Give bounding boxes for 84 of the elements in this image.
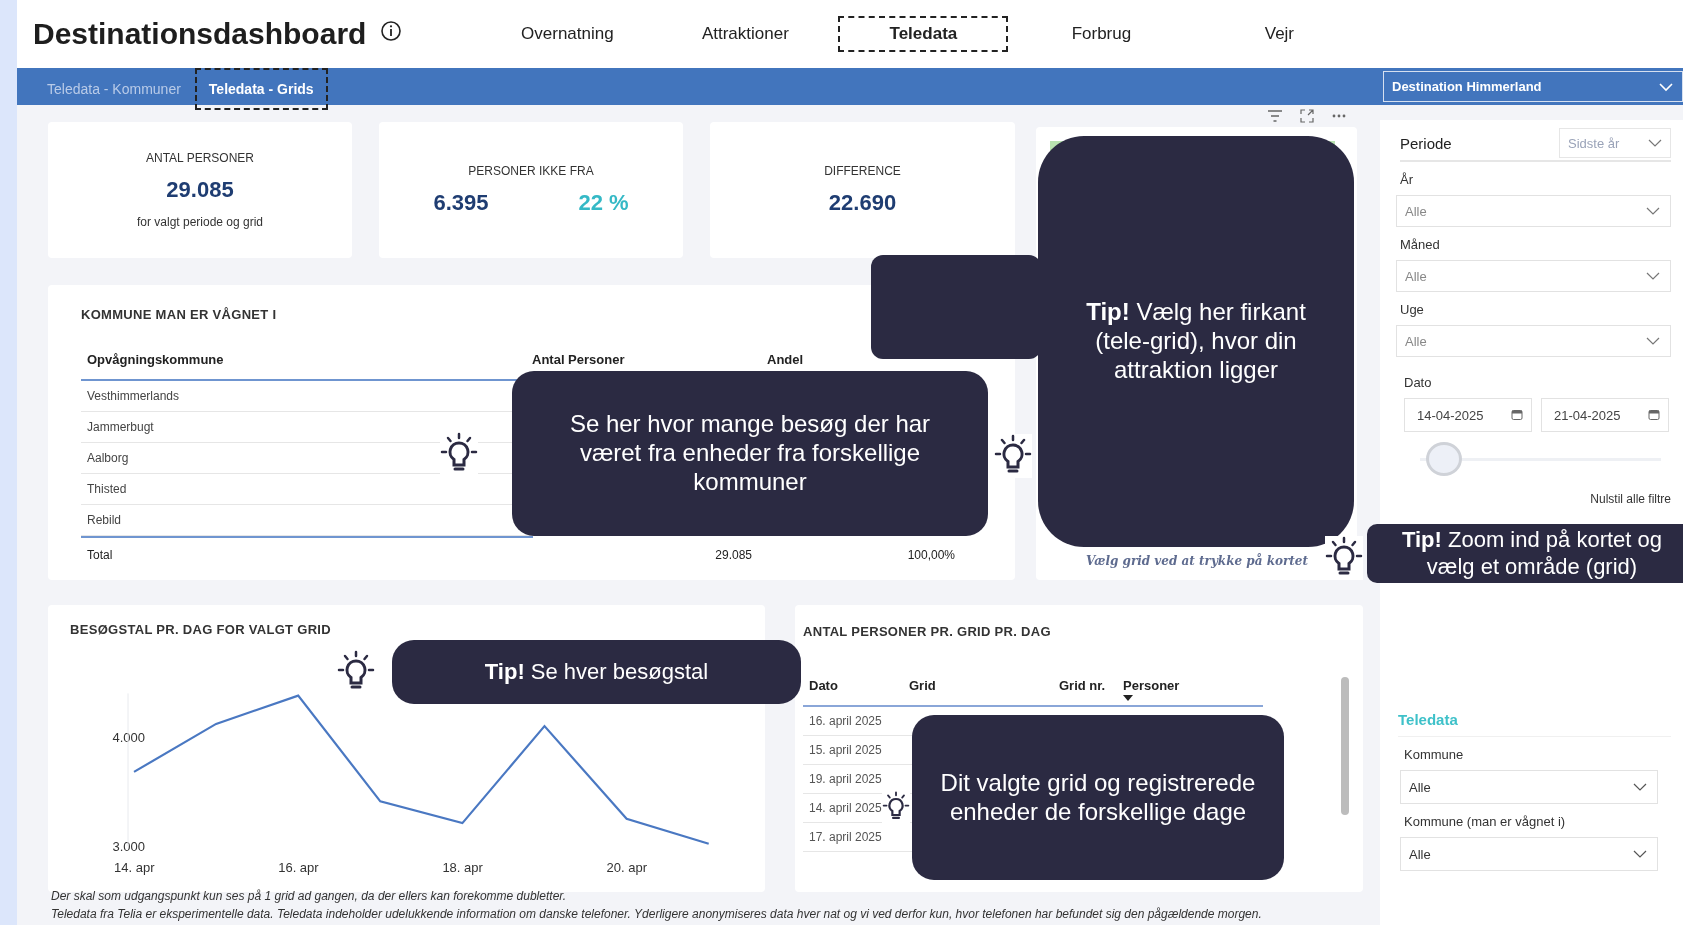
filter-label: År (1400, 172, 1414, 187)
kpi-value: 6.395 (433, 190, 489, 216)
column-header[interactable]: Opvågningskommune (87, 352, 224, 367)
table-cell: 16. april 2025 (809, 714, 882, 728)
footnote: Teledata fra Telia er eksperimentelle data. Teledata indeholder udelukkende information om danske telefoner. Yderligere anonymiseres data hver nat og vi ved derfor kun, hvor telefonen har befundet sig den pågældende morgen. (51, 907, 1262, 921)
column-header[interactable]: Personer (1123, 678, 1180, 693)
y-tick-label: 3.000 (112, 839, 145, 854)
table-cell: Aalborg (87, 451, 129, 465)
table-cell: Rebild (87, 513, 122, 527)
info-icon[interactable] (380, 20, 403, 42)
filter-label: Uge (1400, 302, 1425, 317)
nav-tab[interactable]: Attraktioner (660, 16, 831, 52)
calendar-icon (1648, 409, 1660, 421)
column-header[interactable]: Grid nr. (1059, 678, 1106, 693)
nav-tab[interactable]: Teledata (838, 16, 1009, 52)
chevron-icon (1646, 272, 1660, 280)
tip-tooltip: Dit valgte grid og registrerede enheder de forskellige dage (912, 715, 1284, 880)
chevron-icon (1633, 850, 1647, 858)
table-title: ANTAL PERSONER PR. GRID PR. DAG (803, 624, 1051, 639)
filter-label: Periode (1400, 134, 1452, 152)
filter-dropdown[interactable]: Alle (1396, 195, 1671, 227)
slider-thumb[interactable] (1426, 442, 1463, 476)
date-field[interactable]: 21-04-2025 (1541, 398, 1669, 432)
kpi-title: ANTAL PERSONER (146, 151, 254, 165)
filter-icon[interactable] (1267, 110, 1283, 122)
filter-dropdown[interactable]: Alle (1396, 325, 1671, 357)
chevron-icon (1633, 783, 1647, 791)
calendar-icon (1511, 409, 1523, 421)
x-tick-label: 20. apr (606, 860, 648, 875)
column-header[interactable]: Grid (909, 678, 936, 693)
table-cell: 14. april 2025 (809, 801, 882, 815)
more-icon[interactable] (1331, 114, 1347, 118)
date-field[interactable]: 14-04-2025 (1404, 398, 1532, 432)
nav-tab[interactable]: Overnatning (482, 16, 653, 52)
x-tick-label: 16. apr (278, 860, 319, 875)
filter-label: Kommune (1404, 747, 1465, 762)
chart-title: BESØGSTAL PR. DAG FOR VALGT GRID (69, 622, 332, 639)
tip-tooltip: Tip! Vælg her firkant (tele-grid), hvor din attraktion ligger (1038, 136, 1354, 547)
y-tick-label: 4.000 (112, 730, 145, 745)
sort-caret-icon[interactable] (1123, 695, 1133, 701)
x-tick-label: 18. apr (442, 860, 483, 875)
filter-dropdown[interactable]: Alle (1396, 260, 1671, 292)
subtab[interactable]: Teledata - Grids (194, 67, 328, 110)
nav-tab[interactable]: Vejr (1194, 16, 1365, 52)
filter-label: Måned (1400, 237, 1441, 252)
table-cell: Vesthimmerlands (87, 389, 180, 403)
chevron-icon (1648, 139, 1662, 147)
kpi-title: DIFFERENCE (824, 164, 901, 178)
filter-dropdown[interactable]: Alle (1400, 837, 1658, 871)
chevron-icon (1646, 207, 1660, 215)
total-cell: 100,00% (907, 548, 955, 562)
footnote: Der skal som udgangspunkt kun ses på 1 grid ad gangen, da der ellers kan forekomme dubletter. (51, 889, 568, 903)
chevron-icon (1658, 81, 1674, 92)
x-tick-label: 14. apr (114, 860, 155, 875)
total-cell: 29.085 (715, 548, 752, 562)
tip-tooltip: Tip! Se hver besøgstal (392, 640, 801, 704)
expand-icon[interactable] (1299, 108, 1315, 124)
table-cell: 19. april 2025 (809, 772, 882, 786)
nav-tab[interactable]: Forbrug (1016, 16, 1187, 52)
total-cell: Total (87, 548, 113, 562)
table-cell: Jammerbugt (87, 420, 154, 434)
filter-label: Kommune (man er vågnet i) (1404, 814, 1567, 829)
table-cell: 17. april 2025 (809, 830, 882, 844)
kpi-title: PERSONER IKKE FRA (468, 164, 594, 178)
table-cell: 15. april 2025 (809, 743, 882, 757)
tip-tooltip: Tip! Zoom ind på kortet og vælg et område (grid) (1367, 524, 1683, 583)
filter-dropdown[interactable]: Alle (1400, 770, 1658, 804)
column-header[interactable]: Andel (767, 352, 804, 367)
column-header[interactable]: Antal Personer (532, 352, 625, 367)
destination-dropdown[interactable]: Destination Himmerland (1383, 71, 1683, 102)
kpi-share: 22 % (578, 190, 629, 216)
column-header[interactable]: Dato (809, 678, 838, 693)
section-heading: Teledata (1398, 711, 1671, 737)
tip-tooltip: Se her hvor mange besøg der har været fra enheder fra forskellige kommuner (512, 371, 988, 536)
reset-filters-link[interactable]: Nulstil alle filtre (1590, 492, 1671, 506)
chevron-icon (1646, 337, 1660, 345)
dashboard-title: Destinationsdashboard (33, 17, 367, 51)
kpi-value: 29.085 (166, 177, 234, 203)
kpi-note: for valgt periode og grid (136, 215, 264, 229)
table-cell: Thisted (87, 482, 127, 496)
table-title: KOMMUNE MAN ER VÅGNET I (81, 307, 278, 322)
kpi-value: 22.690 (828, 190, 897, 216)
scrollbar[interactable] (1341, 677, 1349, 815)
filter-label: Dato (1404, 375, 1433, 390)
